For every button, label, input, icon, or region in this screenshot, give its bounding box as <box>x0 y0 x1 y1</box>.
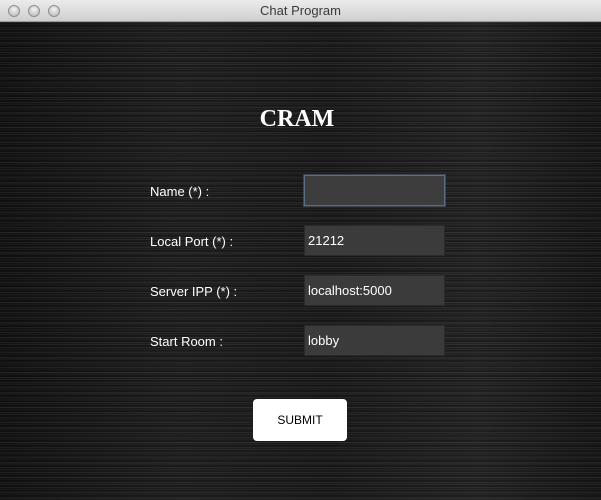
window-title: Chat Program <box>260 3 341 18</box>
server-ipp-label: Server IPP (*) : <box>150 284 238 299</box>
login-form-panel: CRAM Name (*) : Local Port (*) : Server … <box>0 22 601 500</box>
title-bar: Chat Program <box>0 0 601 22</box>
name-input[interactable] <box>304 175 445 206</box>
start-room-input[interactable] <box>304 325 445 356</box>
app-heading: CRAM <box>259 106 335 132</box>
chat-program-window: Chat Program CRAM Name (*) : Local Port … <box>0 0 601 500</box>
name-label: Name (*) : <box>150 184 210 199</box>
local-port-input[interactable] <box>304 225 445 256</box>
start-room-label: Start Room : <box>150 334 223 349</box>
submit-button[interactable]: SUBMIT <box>253 399 347 441</box>
local-port-label: Local Port (*) : <box>150 234 234 249</box>
server-ipp-input[interactable] <box>304 275 445 306</box>
